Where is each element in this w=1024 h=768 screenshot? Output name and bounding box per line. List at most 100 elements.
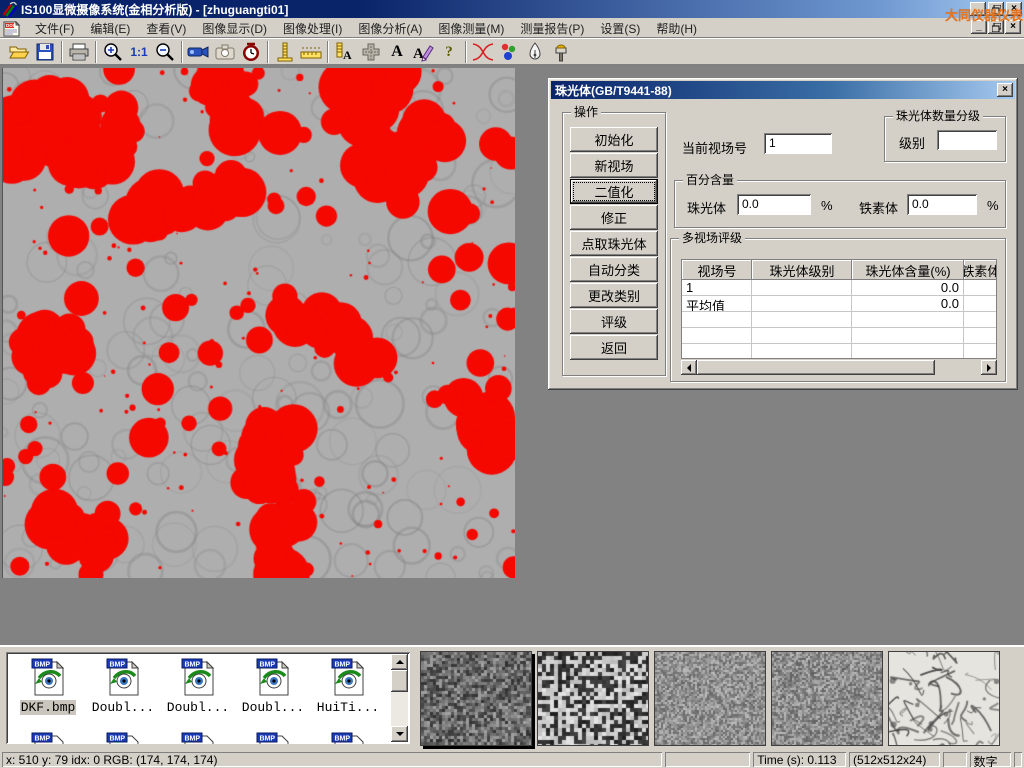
file-item[interactable]: BMP	[85, 730, 161, 744]
cell: 平均值	[682, 296, 752, 312]
camera-icon[interactable]	[212, 40, 238, 64]
mdi-restore-button[interactable]	[988, 20, 1004, 34]
file-item[interactable]: BMP Doubl...	[235, 656, 311, 715]
menu-image-display[interactable]: 图像显示(D)	[194, 18, 275, 39]
dialog-close-button[interactable]: ×	[997, 83, 1013, 97]
menu-settings[interactable]: 设置(S)	[592, 18, 648, 39]
menu-help[interactable]: 帮助(H)	[648, 18, 705, 39]
file-item[interactable]: BMP Doubl...	[85, 656, 161, 715]
actual-size-icon[interactable]: 1:1	[126, 40, 152, 64]
current-field-input[interactable]: 1	[764, 133, 832, 154]
table-row[interactable]	[682, 312, 996, 328]
new-field-button[interactable]: 新视场	[570, 153, 658, 178]
file-name[interactable]: HuiTi...	[316, 700, 380, 715]
scrollbar-thumb[interactable]	[391, 670, 408, 692]
menu-image-process[interactable]: 图像处理(I)	[275, 18, 350, 39]
file-name[interactable]: Doubl...	[241, 700, 305, 715]
binarize-button[interactable]: 二值化	[570, 179, 658, 204]
bmp-file-icon: BMP	[331, 730, 365, 744]
thumbnail-image-2[interactable]	[537, 651, 649, 746]
table-row[interactable]: 平均值 0.0	[682, 296, 996, 312]
ferrite-percent-input[interactable]: 0.0	[907, 194, 977, 215]
table-row[interactable]	[682, 344, 996, 359]
zoom-in-icon[interactable]	[100, 40, 126, 64]
col-pearlite-content[interactable]: 珠光体含量(%)	[852, 260, 964, 280]
restore-button[interactable]	[988, 2, 1004, 16]
pearlite-percent-input[interactable]: 0.0	[737, 194, 811, 215]
dialog-titlebar[interactable]: 珠光体(GB/T9441-88) ×	[551, 81, 1015, 99]
menu-view[interactable]: 查看(V)	[138, 18, 194, 39]
cell	[964, 296, 997, 312]
status-blank-2	[943, 752, 967, 767]
return-button[interactable]: 返回	[570, 335, 658, 360]
table-hscrollbar[interactable]	[681, 360, 997, 375]
file-browser-vscrollbar[interactable]	[391, 654, 408, 742]
file-browser[interactable]: BMP DKF.bmp BMP Doubl... BMP Doubl... BM…	[6, 652, 410, 744]
measure-text-icon[interactable]: A	[332, 40, 358, 64]
multi-field-table[interactable]: 视场号 珠光体级别 珠光体含量(%) 铁素体含量(%) 1 0.0 平均值 0.…	[681, 259, 997, 359]
auto-classify-button[interactable]: 自动分类	[570, 257, 658, 282]
ruler-icon[interactable]	[298, 40, 324, 64]
classify-balls-icon[interactable]	[496, 40, 522, 64]
text-tool-icon[interactable]: A	[384, 40, 410, 64]
table-row[interactable]: 1 0.0	[682, 280, 996, 296]
menu-image-measure[interactable]: 图像测量(M)	[430, 18, 512, 39]
file-item[interactable]: BMP	[235, 730, 311, 744]
brush-icon[interactable]	[548, 40, 574, 64]
menu-image-analysis[interactable]: 图像分析(A)	[350, 18, 430, 39]
menu-file[interactable]: 文件(F)	[27, 18, 82, 39]
file-name[interactable]: Doubl...	[91, 700, 155, 715]
menu-edit[interactable]: 编辑(E)	[82, 18, 138, 39]
print-icon[interactable]	[66, 40, 92, 64]
mdi-minimize-button[interactable]: _	[971, 20, 987, 34]
minimize-button[interactable]: _	[970, 2, 986, 16]
annotate-icon[interactable]: A	[410, 40, 436, 64]
file-item[interactable]: BMP	[310, 730, 386, 744]
col-pearlite-grade[interactable]: 珠光体级别	[752, 260, 852, 280]
correct-button[interactable]: 修正	[570, 205, 658, 230]
grade-button[interactable]: 评级	[570, 309, 658, 334]
scrollbar-thumb[interactable]	[697, 360, 935, 375]
file-item[interactable]: BMP HuiTi...	[310, 656, 386, 715]
file-item[interactable]: BMP Doubl...	[160, 656, 236, 715]
picker-pen-icon[interactable]	[522, 40, 548, 64]
file-name[interactable]: Doubl...	[166, 700, 230, 715]
change-class-button[interactable]: 更改类别	[570, 283, 658, 308]
file-item[interactable]: BMP	[160, 730, 236, 744]
file-item[interactable]: BMP DKF.bmp	[10, 656, 86, 715]
mdi-close-button[interactable]: ×	[1005, 20, 1021, 34]
window-title: IS100显微摄像系统(金相分析版) - [zhuguangti01]	[21, 1, 288, 18]
menu-report[interactable]: 测量报告(P)	[512, 18, 592, 39]
thumbnail-image-1[interactable]	[420, 651, 532, 746]
close-button[interactable]: ×	[1006, 2, 1022, 16]
grid-icon[interactable]	[358, 40, 384, 64]
cell	[752, 296, 852, 312]
scroll-up-button[interactable]	[391, 654, 408, 670]
scroll-left-button[interactable]	[681, 360, 697, 375]
micrograph-image[interactable]	[2, 68, 515, 578]
pick-pearlite-button[interactable]: 点取珠光体	[570, 231, 658, 256]
scroll-right-button[interactable]	[981, 360, 997, 375]
init-button[interactable]: 初始化	[570, 127, 658, 152]
col-field-no[interactable]: 视场号	[682, 260, 752, 280]
scroll-down-button[interactable]	[391, 726, 408, 742]
thumbnail-image-3[interactable]	[654, 651, 766, 746]
thumbnail-image-4[interactable]	[771, 651, 883, 746]
multi-field-group: 多视场评级 视场号 珠光体级别 珠光体含量(%) 铁素体含量(%) 1 0.0 …	[670, 238, 1006, 382]
file-item[interactable]: BMP	[10, 730, 86, 744]
table-row[interactable]	[682, 328, 996, 344]
zoom-out-icon[interactable]	[152, 40, 178, 64]
col-ferrite-content[interactable]: 铁素体含量(%)	[964, 260, 997, 280]
svg-text:BMP: BMP	[260, 736, 276, 743]
thumbnail-image-5[interactable]	[888, 651, 1000, 746]
curve-tool-icon[interactable]	[470, 40, 496, 64]
help-icon[interactable]: ?	[436, 40, 462, 64]
timer-icon[interactable]	[238, 40, 264, 64]
grade-input[interactable]	[937, 130, 997, 150]
bottom-panel: BMP DKF.bmp BMP Doubl... BMP Doubl... BM…	[0, 645, 1024, 750]
file-name[interactable]: DKF.bmp	[20, 700, 77, 715]
video-camera-icon[interactable]	[186, 40, 212, 64]
open-icon[interactable]	[6, 40, 32, 64]
save-icon[interactable]	[32, 40, 58, 64]
caliper-icon[interactable]	[272, 40, 298, 64]
